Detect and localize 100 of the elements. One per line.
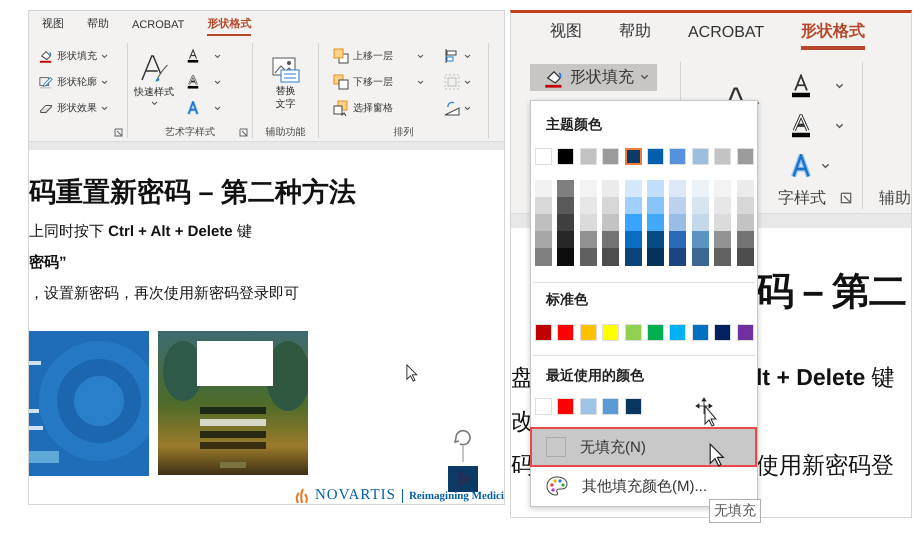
color-swatch[interactable] [624, 248, 642, 266]
pencil-icon [39, 75, 53, 89]
slide-text: ，设置新密码，再次使用新密码登录即可 [29, 284, 300, 303]
ribbon-tab[interactable]: 帮助 [619, 21, 651, 50]
color-swatch[interactable] [669, 248, 686, 266]
color-swatch[interactable] [535, 180, 552, 197]
chevron-icon [214, 54, 221, 58]
color-swatch[interactable] [624, 231, 642, 248]
outlined-letter-a-icon [186, 75, 200, 89]
color-swatch[interactable] [736, 180, 754, 197]
palette-icon [546, 476, 568, 496]
group-label: 排列 [394, 126, 414, 138]
color-swatch[interactable] [602, 248, 620, 266]
flame-logo-icon [294, 488, 309, 504]
color-swatch[interactable] [669, 196, 686, 214]
color-swatch[interactable] [736, 248, 754, 266]
ribbon-tab[interactable]: ACROBAT [688, 24, 764, 50]
section-title: 最近使用的颜色 [545, 366, 645, 385]
color-swatch[interactable] [736, 214, 754, 232]
group-label: 艺术字样式 [165, 126, 215, 138]
menu-item[interactable]: 无填充(N) [530, 427, 757, 467]
color-swatch[interactable] [580, 196, 597, 214]
color-swatch[interactable] [714, 214, 732, 232]
color-swatch[interactable] [646, 248, 664, 266]
ribbon-tab[interactable]: 视图 [42, 16, 64, 36]
color-swatch[interactable] [736, 231, 754, 248]
color-swatch[interactable] [602, 196, 620, 214]
color-swatch[interactable] [736, 196, 754, 214]
color-swatch[interactable] [557, 231, 574, 248]
color-swatch[interactable] [692, 248, 709, 266]
color-swatch[interactable] [692, 180, 709, 197]
color-swatch[interactable] [580, 231, 597, 248]
color-swatch[interactable] [646, 231, 664, 248]
group-label: 辅助功能 [266, 126, 306, 138]
tagline: Reimagining Medici [408, 490, 504, 502]
color-swatch[interactable] [557, 180, 574, 197]
ribbon-button[interactable]: 选择窗格 [353, 101, 393, 115]
color-swatch[interactable] [602, 214, 620, 232]
color-swatch[interactable] [580, 248, 597, 266]
text-effects-icon [186, 101, 200, 115]
letter-a-icon [789, 74, 813, 98]
slide-text: 密码” [29, 253, 68, 272]
letter-a-icon [186, 49, 200, 63]
color-swatch[interactable] [535, 248, 552, 266]
color-swatch[interactable] [602, 231, 620, 248]
color-swatch[interactable] [669, 180, 686, 197]
color-swatch[interactable] [692, 214, 709, 232]
ribbon-tab[interactable]: 帮助 [87, 16, 109, 36]
color-swatch[interactable] [624, 180, 642, 197]
color-swatch[interactable] [602, 180, 620, 197]
color-swatch[interactable] [535, 196, 552, 214]
ribbon-button[interactable]: 形状效果 [57, 101, 97, 115]
color-swatch[interactable] [646, 196, 664, 214]
color-swatch[interactable] [714, 180, 732, 197]
empty-swatch-icon [546, 437, 566, 458]
color-swatch[interactable] [557, 248, 574, 266]
shape-fill-button[interactable]: 形状填充 [530, 64, 657, 91]
letter-a-brush-icon [139, 53, 169, 83]
ribbon-button[interactable]: 替换文字 [274, 85, 296, 111]
dialog-launcher-icon[interactable] [840, 192, 852, 204]
color-swatch[interactable] [669, 214, 686, 232]
color-swatch[interactable] [646, 214, 664, 232]
color-swatch[interactable] [669, 231, 686, 248]
color-swatch[interactable] [624, 214, 642, 232]
color-swatch[interactable] [714, 248, 732, 266]
color-swatch[interactable] [714, 196, 732, 214]
color-swatch[interactable] [535, 231, 552, 248]
color-swatch[interactable] [646, 180, 664, 197]
slide-text: 上同时按下 Ctrl + Alt + Delete 键 [29, 222, 253, 241]
chevron-icon [464, 106, 471, 110]
color-swatch[interactable] [557, 196, 574, 214]
ribbon-button[interactable]: 下移一层 [353, 75, 393, 89]
slide-text: 盘 [511, 362, 534, 392]
slide-text: 使用新密码登 [756, 452, 894, 478]
ribbon-button[interactable]: 快速样式 [134, 85, 174, 99]
mouse-pointer-icon [406, 364, 418, 382]
color-swatch[interactable] [624, 196, 642, 214]
dialog-launcher-icon[interactable] [114, 128, 123, 137]
ribbon-button[interactable]: 形状轮廓 [57, 75, 97, 89]
color-swatch[interactable] [714, 231, 732, 248]
dialog-launcher-icon[interactable] [239, 128, 248, 137]
color-swatch[interactable] [580, 214, 597, 232]
chevron-icon [150, 101, 158, 106]
color-swatch[interactable] [692, 231, 709, 248]
group-label: 字样式 [778, 188, 826, 208]
color-swatch[interactable] [624, 148, 642, 165]
paint-bucket-icon [39, 49, 53, 63]
outlined-letter-a-icon [789, 114, 813, 138]
color-swatch[interactable] [580, 180, 597, 197]
ribbon-tab[interactable]: ACROBAT [132, 19, 184, 36]
color-swatch[interactable] [535, 214, 552, 232]
chevron-icon [101, 80, 108, 84]
layers-icon [333, 74, 349, 90]
chevron-icon [464, 80, 471, 84]
ribbon-tab[interactable]: 视图 [550, 21, 582, 50]
ribbon-button[interactable]: 形状填充 [57, 49, 97, 63]
color-swatch[interactable] [692, 196, 709, 214]
rotate-icon[interactable] [444, 100, 460, 116]
ribbon-button[interactable]: 上移一层 [353, 49, 393, 63]
color-swatch[interactable] [557, 214, 574, 232]
